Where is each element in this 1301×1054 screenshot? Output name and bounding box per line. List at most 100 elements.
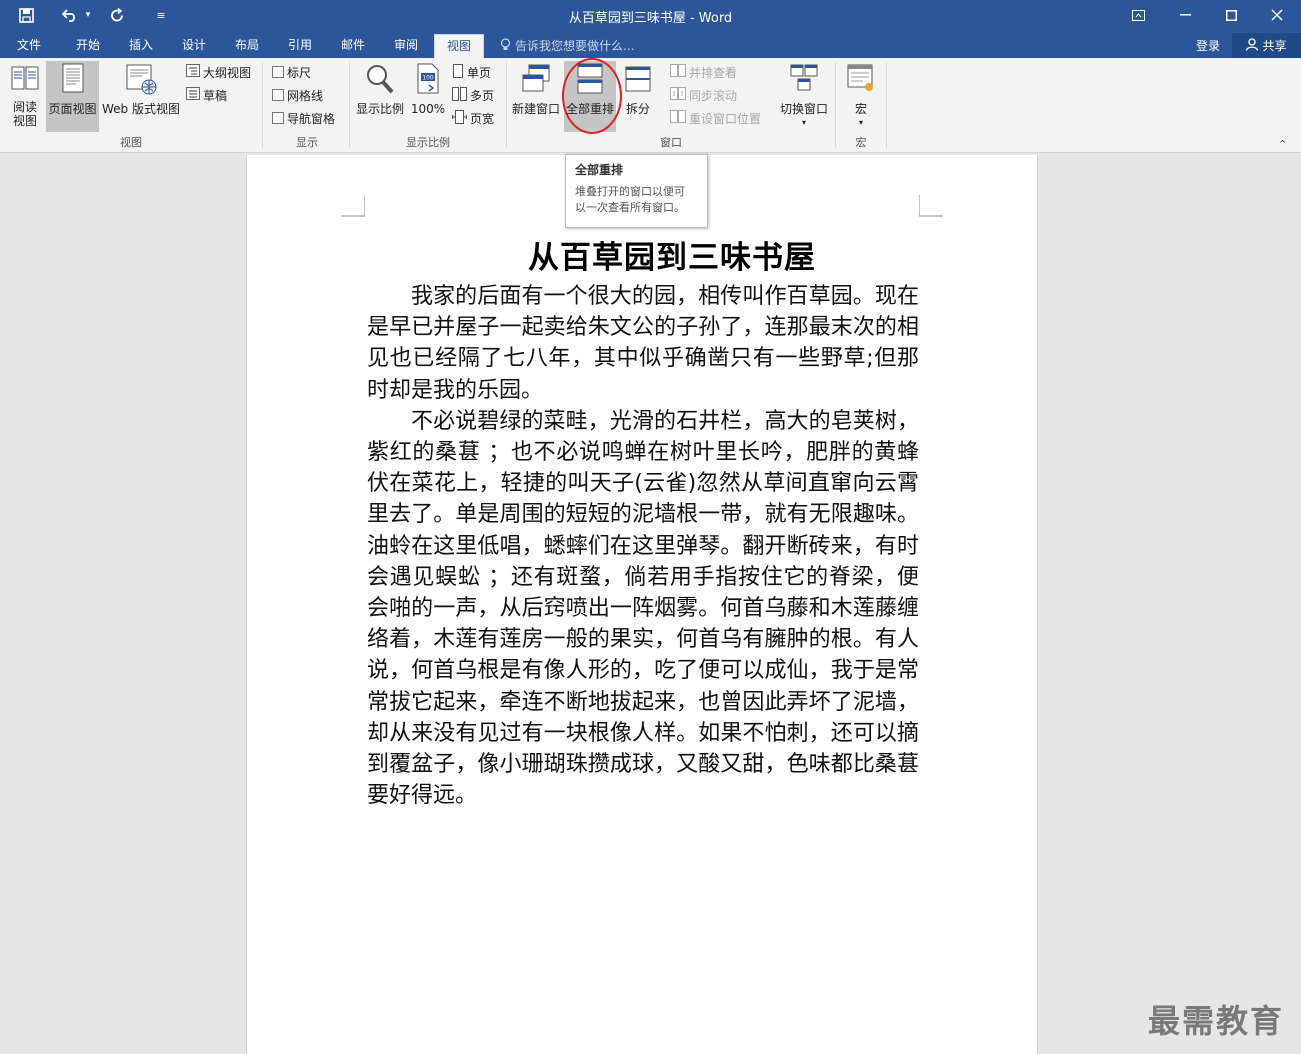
nav-pane-checkbox[interactable]: 导航窗格 <box>272 109 335 127</box>
maximize-icon[interactable] <box>1208 0 1254 30</box>
document-body[interactable]: 我家的后面有一个很大的园，相传叫作百草园。现在是早已并屋子一起卖给朱文公的子孙了… <box>367 281 919 811</box>
read-mode-icon <box>10 63 40 96</box>
macros-button[interactable]: 宏 ▾ <box>841 61 881 130</box>
one-page-button[interactable]: 单页 <box>452 63 491 81</box>
read-mode-label-1: 阅读 <box>12 100 37 114</box>
print-layout-icon <box>60 63 86 98</box>
tab-design[interactable]: 设计 <box>170 34 218 58</box>
one-page-icon <box>452 63 464 81</box>
ruler-check-box[interactable] <box>272 66 284 78</box>
draft-label: 草稿 <box>203 88 228 103</box>
tab-insert[interactable]: 插入 <box>117 34 165 58</box>
tell-me-box[interactable]: 告诉我您想要做什么... <box>500 37 634 54</box>
document-page[interactable]: 从百草园到三味书屋 我家的后面有一个很大的园，相传叫作百草园。现在是早已并屋子一… <box>246 155 1038 1054</box>
document-title[interactable]: 从百草园到三味书屋 <box>247 232 1037 277</box>
arrange-all-tooltip: 全部重排 堆叠打开的窗口以便可 以一次查看所有窗口。 <box>565 154 708 228</box>
new-window-icon <box>521 63 551 98</box>
svg-text:100: 100 <box>422 75 434 82</box>
side-by-side-button[interactable]: 并排查看 <box>670 63 737 81</box>
tooltip-title: 全部重排 <box>575 163 624 177</box>
tooltip-description-1: 堆叠打开的窗口以便可 <box>575 185 685 198</box>
outline-icon <box>186 64 200 80</box>
separator <box>886 62 887 148</box>
share-button[interactable]: 共享 <box>1232 33 1301 58</box>
ribbon: 阅读 视图 页面视图 Web 版式视图 大纲视图 草稿 视图 标尺 网格线 导航… <box>0 58 1301 153</box>
tab-view[interactable]: 视图 <box>434 34 485 58</box>
collapse-ribbon-icon[interactable]: ⌃ <box>1278 138 1287 151</box>
sync-scroll-button[interactable]: 同步滚动 <box>670 86 737 104</box>
minimize-icon[interactable] <box>1162 0 1208 30</box>
undo-icon[interactable] <box>60 4 80 26</box>
login-link[interactable]: 登录 <box>1196 37 1220 54</box>
multi-page-button[interactable]: 多页 <box>452 86 494 104</box>
share-label: 共享 <box>1262 39 1287 53</box>
paragraph[interactable]: 我家的后面有一个很大的园，相传叫作百草园。现在是早已并屋子一起卖给朱文公的子孙了… <box>367 281 919 406</box>
macros-group-label: 宏 <box>855 136 867 149</box>
switch-windows-icon <box>789 63 819 98</box>
undo-dropdown-icon[interactable]: ▾ <box>82 4 94 26</box>
macros-label: 宏 <box>854 102 867 116</box>
paragraph[interactable]: 不必说碧绿的菜畦，光滑的石井栏，高大的皂荚树，紫红的桑葚 ；也不必说鸣蝉在树叶里… <box>367 406 919 812</box>
read-mode-button[interactable]: 阅读 视图 <box>6 61 44 128</box>
tab-layout[interactable]: 布局 <box>223 34 271 58</box>
outline-button[interactable]: 大纲视图 <box>186 63 251 81</box>
gridlines-checkbox[interactable]: 网格线 <box>272 86 323 104</box>
new-window-button[interactable]: 新建窗口 <box>510 61 562 116</box>
ribbon-display-options-icon[interactable] <box>1115 0 1161 30</box>
gridlines-check-box[interactable] <box>272 89 284 101</box>
customize-icon[interactable]: ≡ <box>152 4 170 26</box>
tell-me-text: 告诉我您想要做什么... <box>515 39 635 53</box>
nav-pane-label: 导航窗格 <box>287 111 336 126</box>
multi-page-icon <box>452 86 467 104</box>
separator <box>262 62 263 148</box>
tab-home[interactable]: 开始 <box>64 34 112 58</box>
zoom-100-button[interactable]: 100 100% <box>409 61 447 116</box>
highlight-circle <box>562 58 622 134</box>
print-layout-button[interactable]: 页面视图 <box>46 61 99 132</box>
zoom-button[interactable]: 显示比例 <box>354 61 406 116</box>
sync-scroll-icon <box>670 87 686 103</box>
person-icon <box>1246 37 1259 54</box>
web-layout-label: Web 版式视图 <box>102 102 180 116</box>
separator <box>349 62 350 148</box>
zoom-label: 显示比例 <box>355 102 404 116</box>
page-width-button[interactable]: 页宽 <box>451 109 494 127</box>
nav-pane-check-box[interactable] <box>272 112 284 124</box>
new-window-label: 新建窗口 <box>511 102 560 116</box>
one-page-label: 单页 <box>467 65 492 80</box>
side-by-side-icon <box>670 64 686 80</box>
window-title: 从百草园到三味书屋 - Word <box>568 11 733 26</box>
chevron-down-icon: ▾ <box>801 118 806 127</box>
show-group-label: 显示 <box>296 136 318 149</box>
separator <box>506 62 507 148</box>
tooltip-description-2: 以一次查看所有窗口。 <box>575 201 685 214</box>
draft-icon <box>186 87 200 103</box>
title-bar: ▾ ≡ 从百草园到三味书屋 - Word <box>0 0 1301 32</box>
ribbon-tab-row: 文件 开始 插入 设计 布局 引用 邮件 审阅 视图 告诉我您想要做什么... … <box>0 32 1301 58</box>
watermark-logo: 最需教育 <box>1148 1002 1285 1040</box>
reset-position-button[interactable]: 重设窗口位置 <box>670 109 761 127</box>
web-layout-button[interactable]: Web 版式视图 <box>101 61 181 116</box>
tab-review[interactable]: 审阅 <box>382 34 430 58</box>
redo-icon[interactable] <box>107 4 127 26</box>
separator <box>835 62 836 148</box>
tab-references[interactable]: 引用 <box>276 34 324 58</box>
tab-file[interactable]: 文件 <box>5 34 53 58</box>
views-group-label: 视图 <box>120 136 142 149</box>
switch-windows-button[interactable]: 切换窗口 ▾ <box>777 61 831 130</box>
tab-mailings[interactable]: 邮件 <box>329 34 377 58</box>
magnifier-icon <box>365 63 395 98</box>
zoom-100-label: 100% <box>410 102 446 116</box>
save-icon[interactable] <box>14 4 38 26</box>
crop-mark-right <box>919 195 943 217</box>
outline-label: 大纲视图 <box>203 65 252 80</box>
close-icon[interactable] <box>1254 0 1300 30</box>
word-window: ▾ ≡ 从百草园到三味书屋 - Word 文件 开始 插入 设计 布局 引用 邮… <box>0 0 1301 1054</box>
ruler-label: 标尺 <box>287 65 312 80</box>
gridlines-label: 网格线 <box>287 88 324 103</box>
ruler-checkbox[interactable]: 标尺 <box>272 63 311 81</box>
split-button[interactable]: 拆分 <box>621 61 655 116</box>
reset-position-icon <box>670 110 686 126</box>
draft-button[interactable]: 草稿 <box>186 86 227 104</box>
chevron-down-icon: ▾ <box>858 118 863 127</box>
